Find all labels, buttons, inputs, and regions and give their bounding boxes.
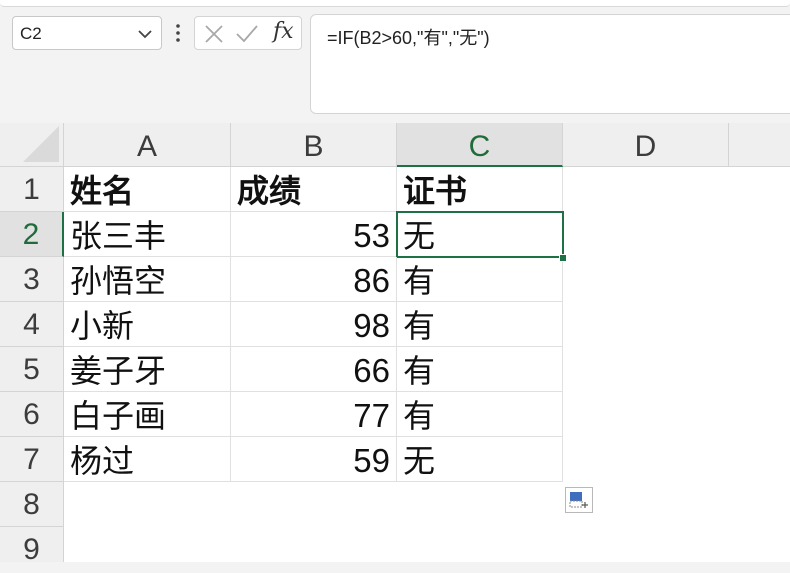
cell-c3[interactable]: 有	[397, 257, 563, 302]
column-header-c[interactable]: C	[397, 123, 563, 167]
insert-function-button[interactable]: fx	[273, 19, 294, 44]
quick-analysis-button[interactable]	[565, 487, 593, 513]
column-header-e[interactable]	[729, 123, 790, 167]
cell-b2[interactable]: 53	[231, 212, 397, 257]
formula-text: =IF(B2>60,"有","无")	[327, 28, 490, 48]
column-header-d[interactable]: D	[563, 123, 729, 167]
window-top-edge	[0, 0, 790, 7]
quick-analysis-icon	[569, 492, 588, 508]
cell-a5[interactable]: 姜子牙	[64, 347, 231, 392]
cell-c2-active[interactable]: 无	[396, 211, 564, 258]
cell-c6[interactable]: 有	[397, 392, 563, 437]
cell-b3[interactable]: 86	[231, 257, 397, 302]
row-header-4[interactable]: 4	[0, 302, 64, 347]
row-header-1[interactable]: 1	[0, 167, 64, 212]
cell-a1[interactable]: 姓名	[64, 167, 231, 212]
cell-a3[interactable]: 孙悟空	[64, 257, 231, 302]
cell-c5[interactable]: 有	[397, 347, 563, 392]
chevron-down-icon[interactable]	[135, 24, 155, 44]
confirm-icon[interactable]	[235, 23, 259, 45]
row-header-3[interactable]: 3	[0, 257, 64, 302]
row-header-2[interactable]: 2	[0, 212, 64, 257]
row-header-7[interactable]: 7	[0, 437, 64, 482]
formula-input[interactable]: =IF(B2>60,"有","无")	[310, 14, 790, 114]
row-header-5[interactable]: 5	[0, 347, 64, 392]
cell-c1[interactable]: 证书	[397, 167, 563, 212]
cell-c4[interactable]: 有	[397, 302, 563, 347]
cell-b1[interactable]: 成绩	[231, 167, 397, 212]
cell-a7[interactable]: 杨过	[64, 437, 231, 482]
column-header-a[interactable]: A	[64, 123, 231, 167]
row-header-6[interactable]: 6	[0, 392, 64, 437]
select-all-button[interactable]	[0, 123, 64, 167]
name-box-value: C2	[20, 24, 42, 43]
cell-c7[interactable]: 无	[397, 437, 563, 482]
cell-b4[interactable]: 98	[231, 302, 397, 347]
name-box[interactable]: C2	[12, 16, 162, 50]
cancel-icon[interactable]	[203, 23, 225, 45]
formula-controls: fx	[194, 16, 302, 50]
row-header-8[interactable]: 8	[0, 482, 64, 527]
cell-b7[interactable]: 59	[231, 437, 397, 482]
fill-handle[interactable]	[559, 254, 567, 262]
cell-b6[interactable]: 77	[231, 392, 397, 437]
cell-a6[interactable]: 白子画	[64, 392, 231, 437]
row-header-9[interactable]: 9	[0, 527, 64, 566]
cell-a4[interactable]: 小新	[64, 302, 231, 347]
cell-b5[interactable]: 66	[231, 347, 397, 392]
column-header-b[interactable]: B	[231, 123, 397, 167]
spreadsheet-grid: A B C D 1 2 3 4 5 6 7 8 9 姓名 成绩 证书 张三丰 5…	[0, 123, 790, 566]
more-vertical-icon[interactable]	[172, 22, 184, 44]
cell-a2[interactable]: 张三丰	[64, 212, 231, 257]
